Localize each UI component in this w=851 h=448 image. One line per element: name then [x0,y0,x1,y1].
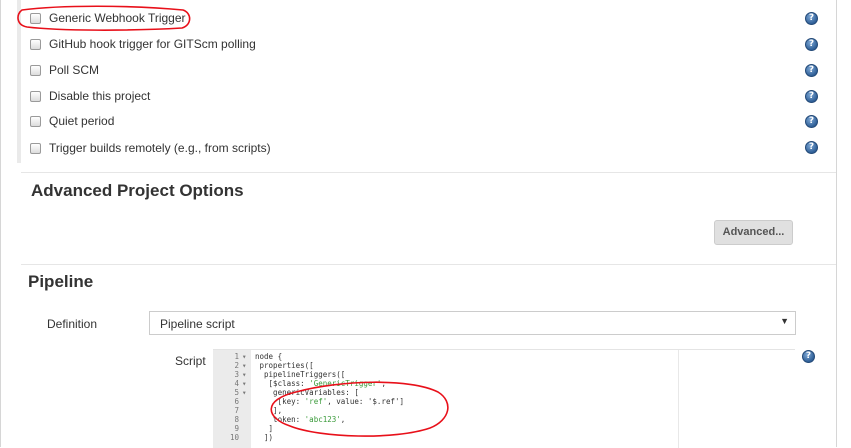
quiet-period-checkbox[interactable] [30,115,41,127]
code-segment: [$class: [255,379,310,388]
advanced-button[interactable]: Advanced... [714,220,793,245]
help-icon[interactable]: ? [805,141,818,154]
code-segment: , [381,379,386,388]
code-text: pipelineTriggers([ [255,370,345,379]
dropdown-arrow-icon: ▼ [780,316,789,326]
definition-label: Definition [47,317,98,331]
code-string-literal: 'abc123' [304,415,341,424]
script-label: Script [175,354,206,368]
code-line: 8 token: 'abc123', [213,415,795,424]
code-string-literal: 'ref' [304,397,328,406]
section-divider [21,172,836,173]
line-number: 8 [234,415,239,424]
line-number: 4 [234,379,239,388]
code-line: 1 ▾ node { [213,352,795,361]
code-segment: , [340,415,346,424]
pipeline-heading: Pipeline [28,272,94,291]
section-divider [21,264,836,265]
trigger-group-indent [17,0,21,163]
disable-project-label: Disable this project [49,89,151,103]
poll-scm-label: Poll SCM [49,63,100,77]
definition-selected-value: Pipeline script [160,317,235,331]
generic-webhook-checkbox[interactable] [30,12,41,24]
code-text: ], [255,406,282,415]
help-icon[interactable]: ? [805,115,818,128]
code-text: [key: 'ref', value: '$.ref'] [255,397,404,406]
code-segment: token: [255,415,305,424]
fold-arrow-icon[interactable]: ▾ [242,370,247,379]
github-hook-checkbox[interactable] [30,38,41,50]
trigger-row-disable-project[interactable]: Disable this project [30,85,830,107]
line-number: 3 [234,370,239,379]
code-text: node { [255,352,282,361]
line-number: 9 [234,424,239,433]
code-segment: ], [255,406,283,415]
trigger-row-generic-webhook[interactable]: Generic Webhook Trigger [30,7,830,29]
code-text: token: 'abc123', [255,415,345,424]
trigger-row-github-hook[interactable]: GitHub hook trigger for GITScm polling [30,33,830,55]
code-text: properties([ [255,361,314,370]
help-icon[interactable]: ? [805,38,818,51]
line-number: 10 [229,433,239,442]
code-line: 4 ▾ [$class: 'GenericTrigger', [213,379,795,388]
code-text: genericVariables: [ [255,388,359,397]
help-icon[interactable]: ? [802,350,815,363]
quiet-period-label: Quiet period [49,114,115,128]
code-text: ] [255,424,274,433]
fold-arrow-icon[interactable]: ▾ [242,352,247,361]
line-number: 1 [234,352,239,361]
code-segment: ]) [255,433,274,442]
code-line: 10 ]) [213,433,795,442]
code-segment: , value: '$.ref'] [327,397,405,406]
code-line: 7 ], [213,406,795,415]
code-segment: [key: [255,397,305,406]
code-string-literal: 'GenericTrigger' [309,379,382,388]
code-text: [$class: 'GenericTrigger', [255,379,386,388]
code-segment: node { [255,352,283,361]
line-number: 6 [234,397,239,406]
code-segment: genericVariables: [ [255,388,359,397]
poll-scm-checkbox[interactable] [30,64,41,76]
code-line: 9 ] [213,424,795,433]
definition-select[interactable]: Pipeline script ▼ [149,311,796,335]
code-line: 5 ▾ genericVariables: [ [213,388,795,397]
code-line: 3 ▾ pipelineTriggers([ [213,370,795,379]
script-editor[interactable]: 1 ▾ node {2 ▾ properties([3 ▾ pipelineTrigge… [213,349,795,448]
fold-arrow-icon[interactable]: ▾ [242,361,247,370]
code-line: 2 ▾ properties([ [213,361,795,370]
code-line: 6 [key: 'ref', value: '$.ref'] [213,397,795,406]
github-hook-label: GitHub hook trigger for GITScm polling [49,37,256,51]
trigger-remotely-label: Trigger builds remotely (e.g., from scri… [49,141,271,155]
advanced-options-heading: Advanced Project Options [31,181,244,200]
generic-webhook-label: Generic Webhook Trigger [49,11,186,25]
fold-arrow-icon[interactable]: ▾ [242,379,247,388]
fold-arrow-icon[interactable]: ▾ [242,388,247,397]
disable-project-checkbox[interactable] [30,90,41,102]
trigger-row-poll-scm[interactable]: Poll SCM [30,59,830,81]
trigger-remotely-checkbox[interactable] [30,142,41,154]
line-number: 2 [234,361,239,370]
help-icon[interactable]: ? [805,12,818,25]
code-segment: properties([ [255,361,314,370]
trigger-row-trigger-remotely[interactable]: Trigger builds remotely (e.g., from scri… [30,137,830,159]
help-icon[interactable]: ? [805,90,818,103]
line-number: 5 [234,388,239,397]
frame-right-border [836,0,837,447]
frame-left-border [0,0,1,447]
help-icon[interactable]: ? [805,64,818,77]
code-segment: ] [255,424,274,433]
code-text: ]) [255,433,273,442]
code-segment: pipelineTriggers([ [255,370,346,379]
trigger-row-quiet-period[interactable]: Quiet period [30,110,830,132]
line-number: 7 [234,406,239,415]
